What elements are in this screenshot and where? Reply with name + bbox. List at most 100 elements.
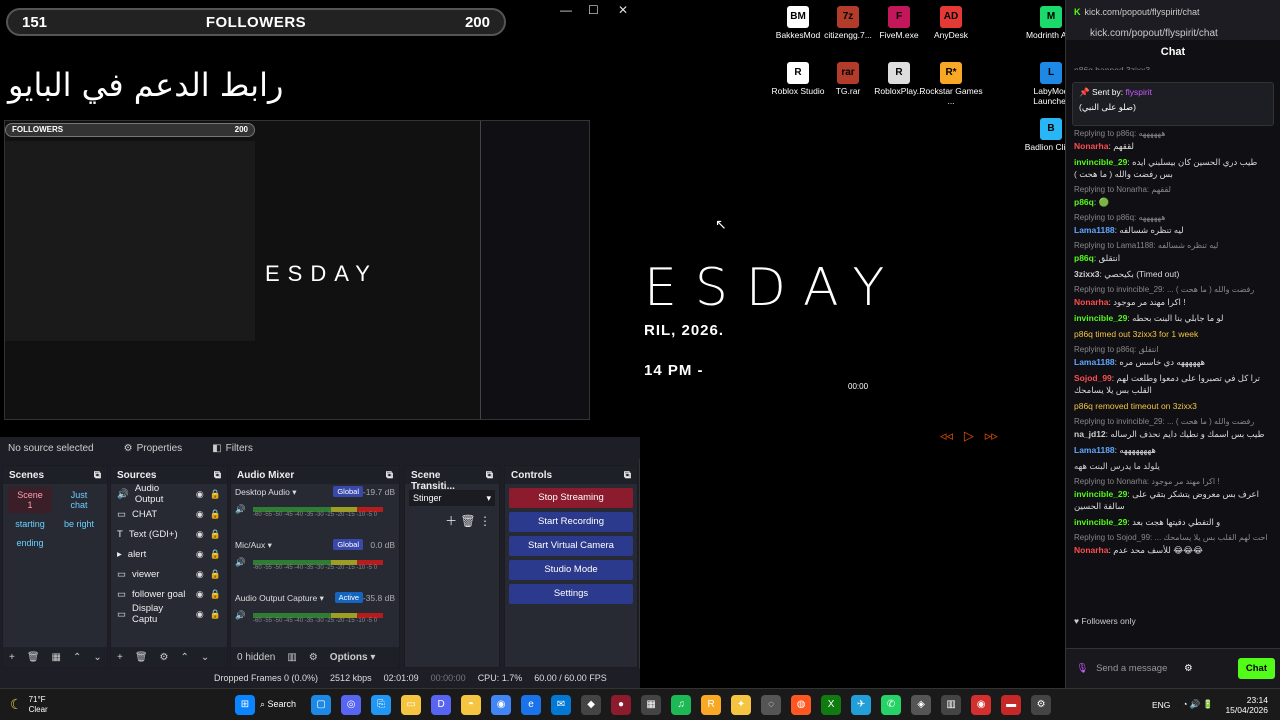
- lock-icon[interactable]: 🔒: [210, 489, 221, 500]
- chat-message[interactable]: invincible_29: طيب دري الحسين كان بيسلبن…: [1066, 154, 1280, 182]
- chat-message[interactable]: invincible_29: و التفطي دفيتها هجت بعد: [1066, 514, 1280, 530]
- minimize-button[interactable]: —: [560, 3, 572, 17]
- properties-button[interactable]: ⚙ Properties: [124, 443, 183, 454]
- gear-icon[interactable]: ⚙: [160, 652, 169, 663]
- taskbar-app-icon[interactable]: ▦: [641, 694, 662, 715]
- taskbar-app-icon[interactable]: ◎: [341, 694, 362, 715]
- chat-message[interactable]: p86q removed timeout on 3zixx3: [1066, 398, 1280, 414]
- chat-username[interactable]: Lama1188: [1074, 225, 1115, 235]
- taskbar-app-icon[interactable]: ♫: [671, 694, 692, 715]
- start-icon[interactable]: ⊞: [235, 694, 255, 715]
- eye-icon[interactable]: ◉: [196, 569, 204, 580]
- maximize-button[interactable]: ☐: [588, 3, 599, 17]
- chat-username[interactable]: Lama1188: [1074, 357, 1115, 367]
- lock-icon[interactable]: 🔒: [210, 569, 221, 580]
- chat-username[interactable]: Nonarha: [1074, 141, 1108, 151]
- control-button[interactable]: Stop Streaming: [509, 488, 633, 508]
- chat-username[interactable]: p86q: [1074, 197, 1094, 207]
- source-item[interactable]: 🔊 Audio Output ◉ 🔒: [111, 483, 227, 505]
- source-item[interactable]: ▸ alert ◉ 🔒: [111, 544, 227, 564]
- eye-icon[interactable]: ◉: [196, 509, 204, 520]
- chat-username[interactable]: invincible_29: [1074, 517, 1127, 527]
- taskbar-app-icon[interactable]: ◉: [491, 694, 512, 715]
- chat-message[interactable]: Replying to Nonarha: لققهم p86q: 🟢: [1066, 182, 1280, 210]
- chat-username[interactable]: 3zixx3: [1074, 269, 1100, 279]
- mixer-layout-icon[interactable]: ▥: [287, 652, 296, 663]
- chat-send-button[interactable]: Chat: [1237, 658, 1275, 679]
- scene-item[interactable]: Just chat: [57, 487, 101, 513]
- transition-buttons[interactable]: ＋ 🗑 ⋮: [405, 512, 499, 529]
- mic-icon[interactable]: 🎙: [1076, 663, 1088, 674]
- move-up-icon[interactable]: ⌃: [181, 652, 189, 663]
- eye-icon[interactable]: ◉: [196, 529, 204, 540]
- move-down-icon[interactable]: ⌄: [93, 652, 101, 663]
- taskbar-app-icon[interactable]: ✆: [881, 694, 902, 715]
- chat-message[interactable]: Replying to Nonarha: اكرا مهند مر موجود …: [1066, 474, 1280, 514]
- eye-icon[interactable]: ◉: [196, 549, 204, 560]
- chat-message[interactable]: Replying to invincible_29: ... رفضت والل…: [1066, 282, 1280, 310]
- language-indicator[interactable]: ENG: [1152, 700, 1170, 710]
- wifi-icon[interactable]: ◔ 🔊 🔋: [1182, 699, 1213, 710]
- chat-username[interactable]: invincible_29: [1074, 157, 1127, 167]
- add-scene-button[interactable]: +: [9, 652, 15, 663]
- control-button[interactable]: Start Virtual Camera: [509, 536, 633, 556]
- taskbar-app-icon[interactable]: ◉: [971, 694, 992, 715]
- taskbar-app-icon[interactable]: D: [431, 694, 452, 715]
- source-item[interactable]: ▭ follower goal ◉ 🔒: [111, 584, 227, 604]
- send-message-input[interactable]: Send a message: [1096, 663, 1176, 674]
- pinned-message[interactable]: 📌 Sent by: flyspirit (صلو على النبي): [1072, 82, 1274, 126]
- lock-icon[interactable]: 🔒: [210, 609, 221, 620]
- channel-badge[interactable]: Active: [334, 592, 363, 603]
- chat-message[interactable]: Replying to Lama1188: ليه تنظره شسالفه p8…: [1066, 238, 1280, 266]
- chat-message[interactable]: p86q timed out 3zixx3 for 1 week: [1066, 326, 1280, 342]
- chat-message[interactable]: Replying to p86q: ههههههه Lama1188: ليه ت…: [1066, 210, 1280, 238]
- clock[interactable]: 23:14 15/04/2026: [1225, 695, 1268, 715]
- desktop-icon[interactable]: R* Rockstar Games ...: [918, 62, 984, 106]
- taskbar-app-icon[interactable]: ●: [611, 694, 632, 715]
- taskbar-app-icon[interactable]: ▥: [941, 694, 962, 715]
- chat-username[interactable]: p86q: [1074, 253, 1094, 263]
- taskbar-app-icon[interactable]: ◍: [791, 694, 812, 715]
- scene-item[interactable]: be right: [57, 516, 101, 532]
- scene-item[interactable]: Scene 1: [8, 487, 52, 513]
- taskbar-app-icon[interactable]: ◆: [581, 694, 602, 715]
- media-controls[interactable]: ◃◃ ▷ ▹▹: [940, 428, 998, 444]
- lock-icon[interactable]: 🔒: [210, 589, 221, 600]
- channel-badge[interactable]: Global: [333, 539, 363, 550]
- chat-message[interactable]: invincible_29: لو ما جابلي بنا البنت بحط…: [1066, 310, 1280, 326]
- source-item[interactable]: ▭ CHAT ◉ 🔒: [111, 504, 227, 524]
- control-button[interactable]: Studio Mode: [509, 560, 633, 580]
- eye-icon[interactable]: ◉: [196, 489, 204, 500]
- taskbar-app-icon[interactable]: R: [701, 694, 722, 715]
- mixer-settings-icon[interactable]: ⚙: [309, 652, 318, 663]
- chat-message[interactable]: 3zixx3: بكيحصي (Timed out): [1066, 266, 1280, 282]
- chat-username[interactable]: invincible_29: [1074, 489, 1127, 499]
- chat-message[interactable]: Replying to p86q: ههههههه Nonarha: لققهم: [1066, 126, 1280, 154]
- source-item[interactable]: ▭ Display Captu ◉ 🔒: [111, 603, 227, 625]
- filters-button[interactable]: ◧ Filters: [212, 443, 253, 454]
- chat-username[interactable]: Nonarha: [1074, 297, 1108, 307]
- source-item[interactable]: T Text (GDI+) ◉ 🔒: [111, 524, 227, 544]
- chat-message[interactable]: Replying to invincible_29: ... رفضت والل…: [1066, 414, 1280, 442]
- chat-username[interactable]: invincible_29: [1074, 313, 1127, 323]
- chat-url-bar[interactable]: kick.com/popout/flyspirit/chat: [1066, 24, 1280, 40]
- taskbar-app-icon[interactable]: ◓: [461, 694, 482, 715]
- trash-icon[interactable]: 🗑: [27, 652, 40, 663]
- taskbar-app-icon[interactable]: e: [521, 694, 542, 715]
- taskbar-app-icon[interactable]: ◈: [911, 694, 932, 715]
- source-item[interactable]: ▭ viewer ◉ 🔒: [111, 564, 227, 584]
- taskbar-app-icon[interactable]: ✦: [731, 694, 752, 715]
- taskbar-app-icon[interactable]: ⎘: [371, 694, 392, 715]
- chat-username[interactable]: Nonarha: [1074, 545, 1108, 555]
- desktop-icon[interactable]: AD AnyDesk: [918, 6, 984, 40]
- channel-badge[interactable]: Global: [333, 486, 363, 497]
- lock-icon[interactable]: 🔒: [210, 529, 221, 540]
- move-up-icon[interactable]: ⌃: [73, 652, 81, 663]
- taskbar-app-icon[interactable]: ◌: [761, 694, 782, 715]
- transition-select[interactable]: Stinger ▾: [409, 490, 495, 506]
- chat-message[interactable]: Lama1188: ههههههههه: [1066, 442, 1280, 458]
- lock-icon[interactable]: 🔒: [210, 509, 221, 520]
- gear-icon[interactable]: ⚙: [1184, 663, 1193, 674]
- scene-item[interactable]: starting: [8, 516, 52, 532]
- taskbar-app-icon[interactable]: ▬: [1001, 694, 1022, 715]
